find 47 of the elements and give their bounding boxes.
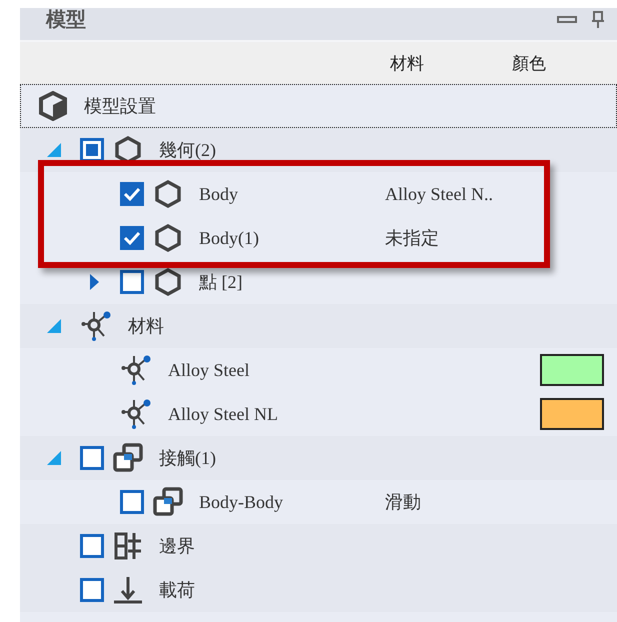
hexagon-icon: [153, 223, 183, 253]
color-swatch[interactable]: [540, 398, 604, 430]
hexagon-icon: [153, 179, 183, 209]
molecule-icon: [121, 354, 153, 386]
minimize-icon[interactable]: [557, 15, 577, 25]
tree-item-label: Body-Body: [199, 492, 284, 512]
panel-title: 模型: [46, 6, 86, 32]
tree-row[interactable]: 邊界: [20, 524, 617, 568]
molecule-icon: [81, 310, 113, 342]
tree-row[interactable]: 模型設置: [20, 84, 617, 128]
checked-checkbox[interactable]: [120, 226, 144, 250]
material-value: 未指定: [385, 228, 439, 248]
tree-item-label: 載荷: [159, 579, 195, 602]
tree-item-label: 點 [2]: [199, 271, 242, 294]
checkbox[interactable]: [80, 578, 104, 602]
boundary-icon: [113, 531, 143, 561]
checked-checkbox[interactable]: [120, 182, 144, 206]
pin-icon[interactable]: [591, 11, 605, 29]
tree-item-label: Body: [199, 184, 238, 204]
checkbox[interactable]: [80, 534, 104, 558]
molecule-icon: [121, 398, 153, 430]
tree-item-label: 幾何(2): [159, 139, 216, 162]
tree-item-label: Alloy Steel NL: [168, 404, 278, 424]
tree-row[interactable]: 載荷: [20, 568, 617, 612]
material-value: Alloy Steel N..: [385, 184, 493, 204]
tree-item-label: Body(1): [199, 228, 259, 248]
overlapping-squares-icon: [112, 442, 144, 474]
material-value: 滑動: [385, 492, 421, 512]
tree-row[interactable]: 材料: [20, 304, 617, 348]
column-header[interactable]: 材料: [390, 52, 424, 74]
tree-row[interactable]: 接觸(1): [20, 436, 617, 480]
checkbox[interactable]: [80, 446, 104, 470]
hexagon-icon: [153, 267, 183, 297]
cube-icon: [39, 91, 67, 121]
checkbox[interactable]: [80, 138, 104, 162]
color-swatch[interactable]: [540, 354, 604, 386]
column-header[interactable]: 顏色: [512, 52, 546, 74]
checkbox[interactable]: [120, 270, 144, 294]
tree-item-label: Alloy Steel: [168, 360, 250, 380]
tree-item-label: 接觸(1): [159, 447, 216, 470]
checkbox[interactable]: [120, 490, 144, 514]
load-arrow-icon: [112, 575, 144, 605]
tree-item-label: 邊界: [159, 535, 195, 558]
overlapping-squares-icon: [152, 486, 184, 518]
tree-item-label: 模型設置: [84, 95, 156, 118]
expand-arrow-icon[interactable]: [88, 273, 100, 291]
tree-item-label: 材料: [128, 315, 164, 338]
